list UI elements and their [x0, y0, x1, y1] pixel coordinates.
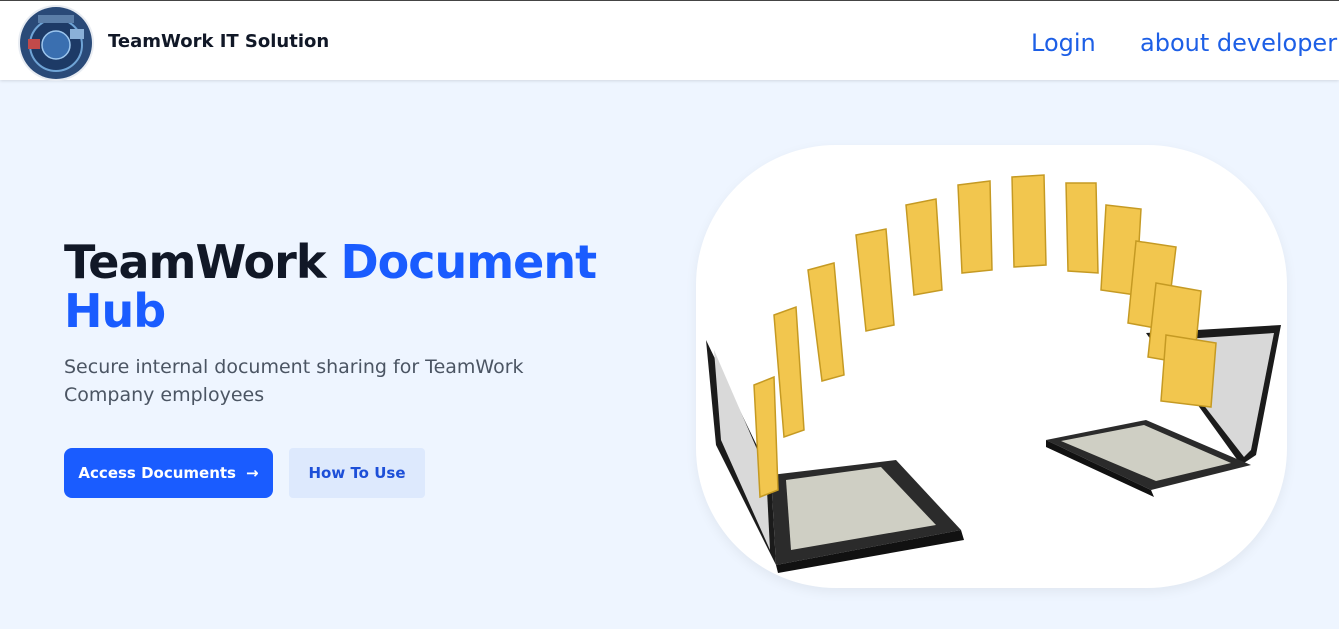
about-developer-link[interactable]: about developer — [1140, 29, 1337, 57]
hero-subtitle: Secure internal document sharing for Tea… — [64, 356, 524, 406]
company-logo[interactable] — [18, 5, 94, 81]
hero-illustration — [696, 145, 1287, 588]
login-link[interactable]: Login — [1031, 29, 1096, 57]
how-to-use-button[interactable]: How To Use — [289, 448, 425, 498]
how-to-use-label: How To Use — [308, 464, 406, 482]
brand-name: TeamWork IT Solution — [108, 31, 330, 52]
access-documents-button[interactable]: Access Documents → — [64, 448, 273, 498]
hero-title-main: TeamWork — [64, 235, 341, 289]
arrow-right-icon: → — [245, 464, 259, 482]
hero-title: TeamWork Document Hub — [64, 238, 624, 336]
access-documents-label: Access Documents — [78, 464, 236, 482]
navbar: TeamWork IT Solution Login about develop… — [0, 0, 1339, 81]
